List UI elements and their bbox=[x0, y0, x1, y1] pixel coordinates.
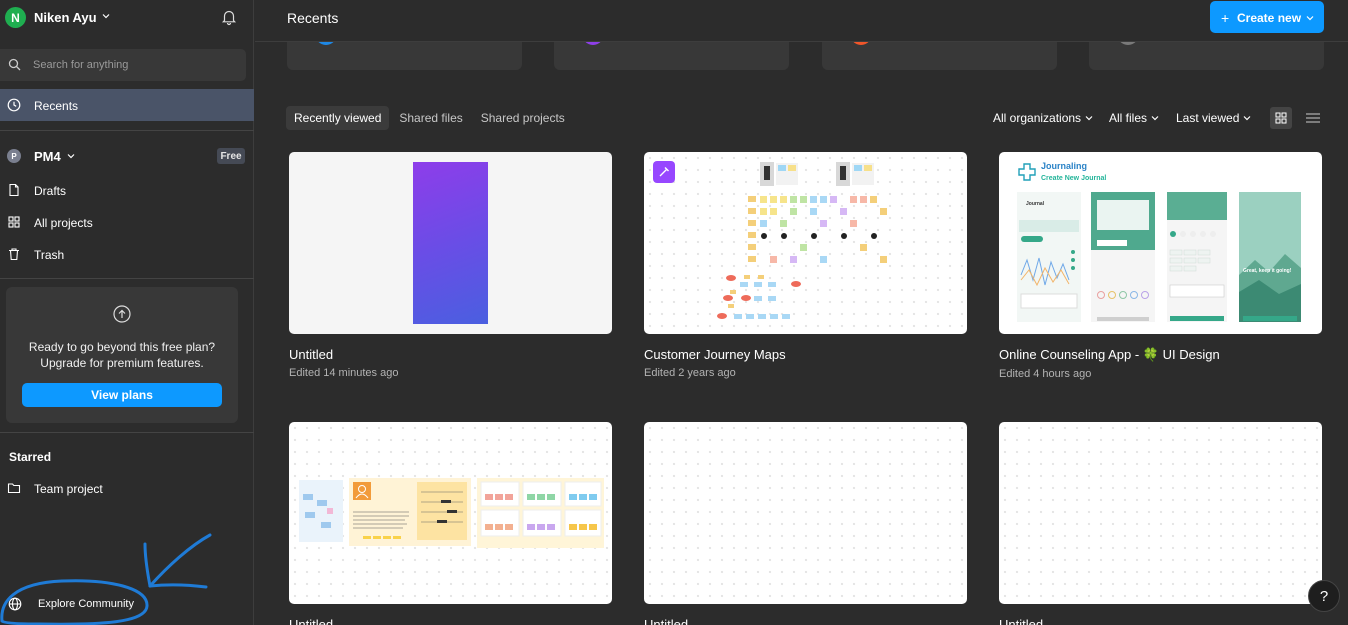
chevron-down-icon bbox=[1243, 116, 1251, 121]
divider bbox=[0, 278, 254, 279]
file-title-text: Online Counseling App - bbox=[999, 347, 1143, 362]
view-plans-button[interactable]: View plans bbox=[22, 383, 222, 407]
main-content: Recents + Create new Recently viewed Sha… bbox=[255, 0, 1348, 625]
file-thumbnail bbox=[999, 422, 1322, 604]
clover-emoji: 🍀 bbox=[1142, 347, 1159, 362]
file-edited-time: Edited 2 years ago bbox=[644, 367, 736, 379]
file-card-customer-journey-maps[interactable]: Customer Journey Maps Edited 2 years ago bbox=[644, 152, 967, 379]
sidebar-item-drafts[interactable]: Drafts bbox=[0, 176, 254, 204]
journey-map-preview bbox=[717, 162, 887, 319]
journal-subtitle: Create New Journal bbox=[1041, 175, 1107, 182]
file-card-untitled[interactable]: Untitled bbox=[644, 422, 967, 625]
tab-shared-projects[interactable]: Shared projects bbox=[473, 106, 573, 130]
filter-organizations[interactable]: All organizations bbox=[993, 111, 1093, 125]
screen-title: Journal bbox=[1026, 201, 1045, 207]
file-title: Online Counseling App - 🍀 UI Design bbox=[999, 347, 1322, 363]
search-box[interactable] bbox=[0, 49, 246, 81]
sidebar: N Niken Ayu Recents P PM4 Free Drafts Al… bbox=[0, 0, 254, 625]
filter-files[interactable]: All files bbox=[1109, 111, 1159, 125]
file-edited-time: Edited 4 hours ago bbox=[999, 368, 1092, 380]
sort-last-viewed[interactable]: Last viewed bbox=[1176, 111, 1251, 125]
chevron-down-icon bbox=[1306, 16, 1314, 21]
grid-icon bbox=[8, 216, 20, 228]
grid-icon bbox=[1275, 112, 1287, 124]
plus-icon: + bbox=[1221, 10, 1230, 26]
gradient-frame bbox=[413, 162, 488, 324]
clock-icon bbox=[7, 98, 21, 112]
file-card-untitled[interactable]: Untitled bbox=[999, 422, 1322, 625]
file-thumbnail bbox=[289, 422, 612, 604]
team-avatar: P bbox=[7, 149, 21, 163]
search-input[interactable] bbox=[33, 49, 238, 81]
grid-view-toggle[interactable] bbox=[1270, 107, 1292, 129]
user-name: Niken Ayu bbox=[34, 10, 97, 25]
filter-label: Last viewed bbox=[1176, 111, 1240, 125]
search-icon bbox=[8, 58, 21, 71]
file-title: Untitled bbox=[999, 617, 1044, 625]
filter-label: All organizations bbox=[993, 111, 1082, 125]
file-card-untitled[interactable]: Untitled Edited 14 minutes ago bbox=[289, 152, 612, 379]
starred-heading: Starred bbox=[9, 450, 52, 464]
file-tabs: Recently viewed Shared files Shared proj… bbox=[286, 106, 575, 130]
chevron-down-icon bbox=[67, 154, 75, 159]
create-new-label: Create new bbox=[1237, 11, 1302, 25]
sidebar-item-label: Drafts bbox=[34, 184, 67, 198]
upgrade-line: Ready to go beyond this free plan? bbox=[28, 340, 216, 354]
avatar: N bbox=[5, 7, 26, 28]
trash-icon bbox=[9, 248, 19, 261]
file-title: Untitled bbox=[644, 617, 689, 625]
sidebar-item-label: Trash bbox=[34, 248, 65, 262]
file-card-untitled[interactable]: Untitled bbox=[289, 422, 612, 625]
figjam-badge-icon bbox=[653, 161, 675, 183]
file-edited-time: Edited 14 minutes ago bbox=[289, 367, 399, 379]
chevron-down-icon bbox=[102, 14, 110, 19]
sidebar-item-label: Team project bbox=[34, 482, 103, 496]
file-thumbnail bbox=[644, 422, 967, 604]
persona-board-preview bbox=[299, 478, 604, 548]
tab-recently-viewed[interactable]: Recently viewed bbox=[286, 106, 390, 130]
chevron-down-icon bbox=[1151, 116, 1159, 121]
explore-community-label: Explore Community bbox=[38, 598, 134, 610]
sidebar-item-label: Recents bbox=[34, 99, 79, 113]
sidebar-item-all-projects[interactable]: All projects bbox=[0, 208, 254, 236]
divider bbox=[0, 432, 254, 433]
folder-icon bbox=[7, 483, 21, 494]
help-button[interactable]: ? bbox=[1308, 580, 1340, 612]
journal-app-title: Journaling bbox=[1041, 161, 1088, 171]
file-thumbnail bbox=[644, 152, 967, 334]
mobile-screens-preview bbox=[1017, 192, 1301, 322]
upgrade-line: Upgrade for premium features. bbox=[40, 356, 204, 370]
page-title: Recents bbox=[287, 10, 339, 26]
file-title: Customer Journey Maps bbox=[644, 347, 786, 362]
upgrade-message: Ready to go beyond this free plan? Upgra… bbox=[6, 339, 238, 371]
file-thumbnail bbox=[289, 152, 612, 334]
file-title: Untitled bbox=[289, 617, 334, 625]
account-switcher[interactable]: N Niken Ayu bbox=[0, 0, 254, 36]
upgrade-card: Ready to go beyond this free plan? Upgra… bbox=[6, 287, 238, 423]
chevron-down-icon bbox=[1085, 116, 1093, 121]
divider bbox=[0, 130, 254, 131]
filter-label: All files bbox=[1109, 111, 1148, 125]
team-name: PM4 bbox=[34, 149, 61, 164]
file-title: Untitled bbox=[289, 347, 334, 362]
screen-message: Great, keep it going! bbox=[1243, 268, 1292, 274]
header: Recents + Create new bbox=[255, 0, 1348, 42]
sidebar-item-trash[interactable]: Trash bbox=[0, 240, 254, 268]
create-new-button[interactable]: + Create new bbox=[1210, 1, 1324, 33]
arrow-up-circle-icon bbox=[113, 305, 131, 323]
tab-shared-files[interactable]: Shared files bbox=[391, 106, 470, 130]
plan-badge: Free bbox=[217, 148, 245, 164]
file-thumbnail: Journaling Create New Journal Journal Gr… bbox=[999, 152, 1322, 334]
journal-logo-icon bbox=[1018, 163, 1036, 181]
file-card-online-counseling-app[interactable]: Journaling Create New Journal Journal Gr… bbox=[999, 152, 1322, 380]
list-view-toggle[interactable] bbox=[1302, 107, 1324, 129]
sidebar-item-recents[interactable]: Recents bbox=[0, 89, 254, 121]
file-title-suffix: UI Design bbox=[1159, 347, 1220, 362]
bell-icon[interactable] bbox=[220, 8, 238, 26]
file-icon bbox=[9, 183, 19, 197]
sidebar-item-label: All projects bbox=[34, 216, 93, 230]
explore-community-link[interactable]: Explore Community bbox=[0, 590, 254, 618]
starred-item-team-project[interactable]: Team project bbox=[0, 474, 254, 502]
globe-icon bbox=[8, 597, 22, 611]
